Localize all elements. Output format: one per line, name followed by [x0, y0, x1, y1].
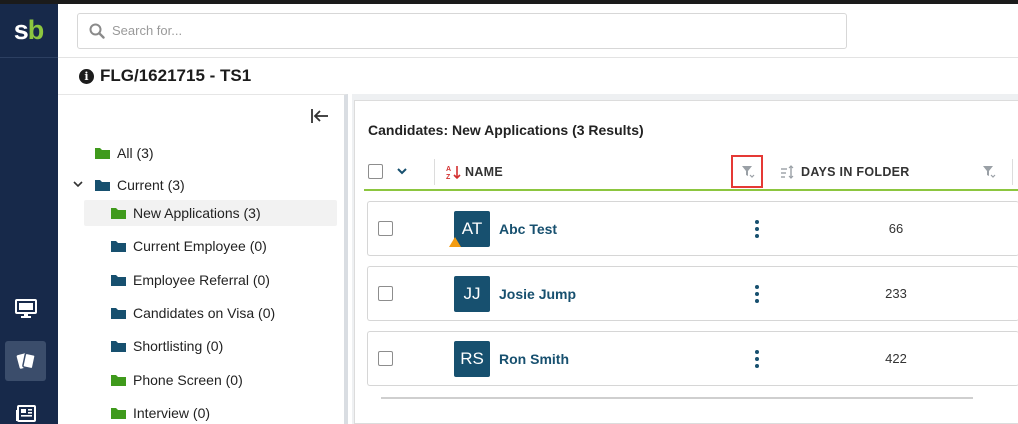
folder-icon [111, 208, 126, 219]
tree-item-phone-screen[interactable]: Phone Screen (0) [110, 367, 243, 393]
tree-item-label: Current Employee (0) [133, 238, 267, 254]
select-all-checkbox[interactable] [368, 164, 383, 179]
cards-icon [16, 352, 36, 370]
column-header-name[interactable]: NAME [465, 165, 503, 179]
search-box[interactable] [77, 13, 847, 49]
days-in-folder: 66 [888, 221, 904, 236]
rail-item-news[interactable] [5, 394, 46, 424]
folder-icon [111, 308, 126, 319]
column-header-days[interactable]: DAYS IN FOLDER [801, 165, 910, 179]
tree-item-label: Current (3) [117, 177, 185, 193]
folder-icon [111, 241, 126, 252]
candidate-name-link[interactable]: Abc Test [499, 221, 557, 237]
tree-item-label: Interview (0) [133, 405, 211, 421]
folder-icon [111, 341, 126, 352]
tree-item-shortlisting[interactable]: Shortlisting (0) [110, 333, 223, 359]
app-logo[interactable]: sb [0, 4, 58, 58]
table-row[interactable]: RS Ron Smith 422 [367, 331, 1018, 386]
chevron-down-icon[interactable] [72, 179, 84, 189]
svg-text:Z: Z [446, 174, 451, 180]
warning-icon [449, 237, 461, 247]
column-header-row: A Z NAME DAYS IN FOLDER [364, 153, 1018, 191]
tree-item-label: New Applications (3) [133, 205, 261, 221]
folder-icon [111, 408, 126, 419]
candidate-name-link[interactable]: Josie Jump [499, 286, 576, 302]
folder-icon [111, 375, 126, 386]
tree-item-current-employee[interactable]: Current Employee (0) [110, 233, 267, 259]
results-heading: Candidates: New Applications (3 Results) [368, 122, 644, 138]
collapse-panel-icon[interactable] [310, 107, 330, 125]
tree-item-candidates-on-visa[interactable]: Candidates on Visa (0) [110, 300, 275, 326]
row-checkbox[interactable] [378, 351, 393, 366]
candidate-name-link[interactable]: Ron Smith [499, 351, 569, 367]
logo-letter-b: b [27, 15, 45, 45]
table-row[interactable]: AT Abc Test 66 [367, 201, 1018, 256]
candidates-panel: Candidates: New Applications (3 Results)… [352, 94, 1018, 424]
logo-letter-s: s [13, 15, 29, 45]
folder-tree: All (3) Current (3) New Applications (3)… [58, 94, 348, 424]
folder-icon [95, 148, 110, 159]
tree-item-label: Shortlisting (0) [133, 338, 224, 354]
folder-icon [111, 275, 126, 286]
sort-az-icon[interactable]: A Z [446, 164, 462, 180]
row-checkbox[interactable] [378, 286, 393, 301]
column-separator [1012, 159, 1013, 185]
page-title: FLG/1621715 - TS1 [100, 66, 252, 85]
candidates-card: Candidates: New Applications (3 Results)… [354, 100, 1018, 424]
days-in-folder: 233 [885, 286, 907, 301]
tree-item-label: All (3) [117, 145, 154, 161]
search-input[interactable] [112, 23, 812, 38]
svg-text:A: A [446, 166, 451, 173]
column-separator [434, 159, 435, 185]
days-in-folder: 422 [885, 351, 907, 366]
rail-item-monitor[interactable] [5, 289, 46, 329]
tree-item-all[interactable]: All (3) [94, 140, 154, 166]
filter-icon [742, 166, 755, 178]
avatar[interactable]: JJ [454, 276, 490, 312]
news-icon [15, 405, 36, 422]
name-filter-highlight[interactable] [731, 155, 763, 188]
row-checkbox[interactable] [378, 221, 393, 236]
horizontal-scrollbar[interactable] [381, 397, 973, 399]
tree-item-interview[interactable]: Interview (0) [110, 400, 210, 424]
search-icon [89, 23, 105, 39]
more-actions-icon[interactable] [754, 350, 760, 368]
job-title-bar: i FLG/1621715 - TS1 [58, 58, 1018, 94]
avatar[interactable]: RS [454, 341, 490, 377]
tree-item-current[interactable]: Current (3) [94, 172, 185, 198]
folder-icon [95, 180, 110, 191]
tree-item-new-applications[interactable]: New Applications (3) [84, 200, 337, 226]
nav-rail: sb [0, 4, 58, 424]
top-header [58, 4, 1018, 58]
more-actions-icon[interactable] [754, 285, 760, 303]
more-actions-icon[interactable] [754, 220, 760, 238]
rail-item-cards[interactable] [5, 341, 46, 381]
filter-icon[interactable] [982, 165, 996, 178]
table-row[interactable]: JJ Josie Jump 233 [367, 266, 1018, 321]
monitor-icon [14, 299, 37, 318]
tree-item-label: Phone Screen (0) [133, 372, 243, 388]
sort-neutral-icon[interactable] [780, 164, 796, 180]
info-icon[interactable]: i [79, 68, 94, 84]
chevron-down-icon[interactable] [396, 166, 408, 176]
tree-item-label: Employee Referral (0) [133, 272, 270, 288]
tree-item-employee-referral[interactable]: Employee Referral (0) [110, 267, 270, 293]
tree-item-label: Candidates on Visa (0) [133, 305, 276, 321]
